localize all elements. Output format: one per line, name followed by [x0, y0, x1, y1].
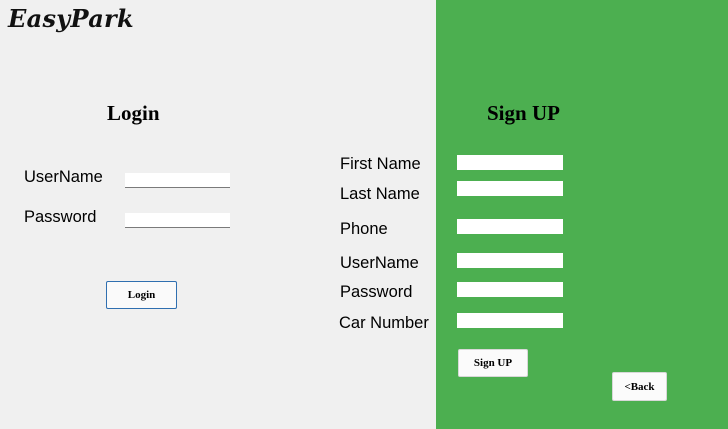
app-title: EasyPark: [8, 4, 134, 33]
signup-password-label: Password: [340, 283, 413, 301]
login-button-label: Login: [127, 289, 156, 301]
signup-button-label: Sign UP: [473, 357, 513, 369]
login-username-label: UserName: [24, 168, 103, 186]
login-password-input[interactable]: [125, 213, 230, 228]
back-button-label: <Back: [624, 380, 655, 393]
first-name-label: First Name: [340, 155, 421, 173]
car-number-input[interactable]: [457, 313, 563, 328]
last-name-input[interactable]: [457, 181, 563, 196]
phone-label: Phone: [340, 220, 388, 238]
signup-button[interactable]: Sign UP: [458, 349, 528, 377]
car-number-label: Car Number: [339, 314, 429, 332]
login-password-label: Password: [24, 208, 97, 226]
signup-username-input[interactable]: [457, 253, 563, 268]
login-heading: Login: [107, 101, 160, 125]
login-username-input[interactable]: [125, 173, 230, 188]
login-button[interactable]: Login: [106, 281, 177, 309]
signup-password-input[interactable]: [457, 282, 563, 297]
signup-heading: Sign UP: [487, 101, 560, 125]
signup-username-label: UserName: [340, 254, 419, 272]
first-name-input[interactable]: [457, 155, 563, 170]
phone-input[interactable]: [457, 219, 563, 234]
last-name-label: Last Name: [340, 185, 420, 203]
back-button[interactable]: <Back: [612, 372, 667, 401]
